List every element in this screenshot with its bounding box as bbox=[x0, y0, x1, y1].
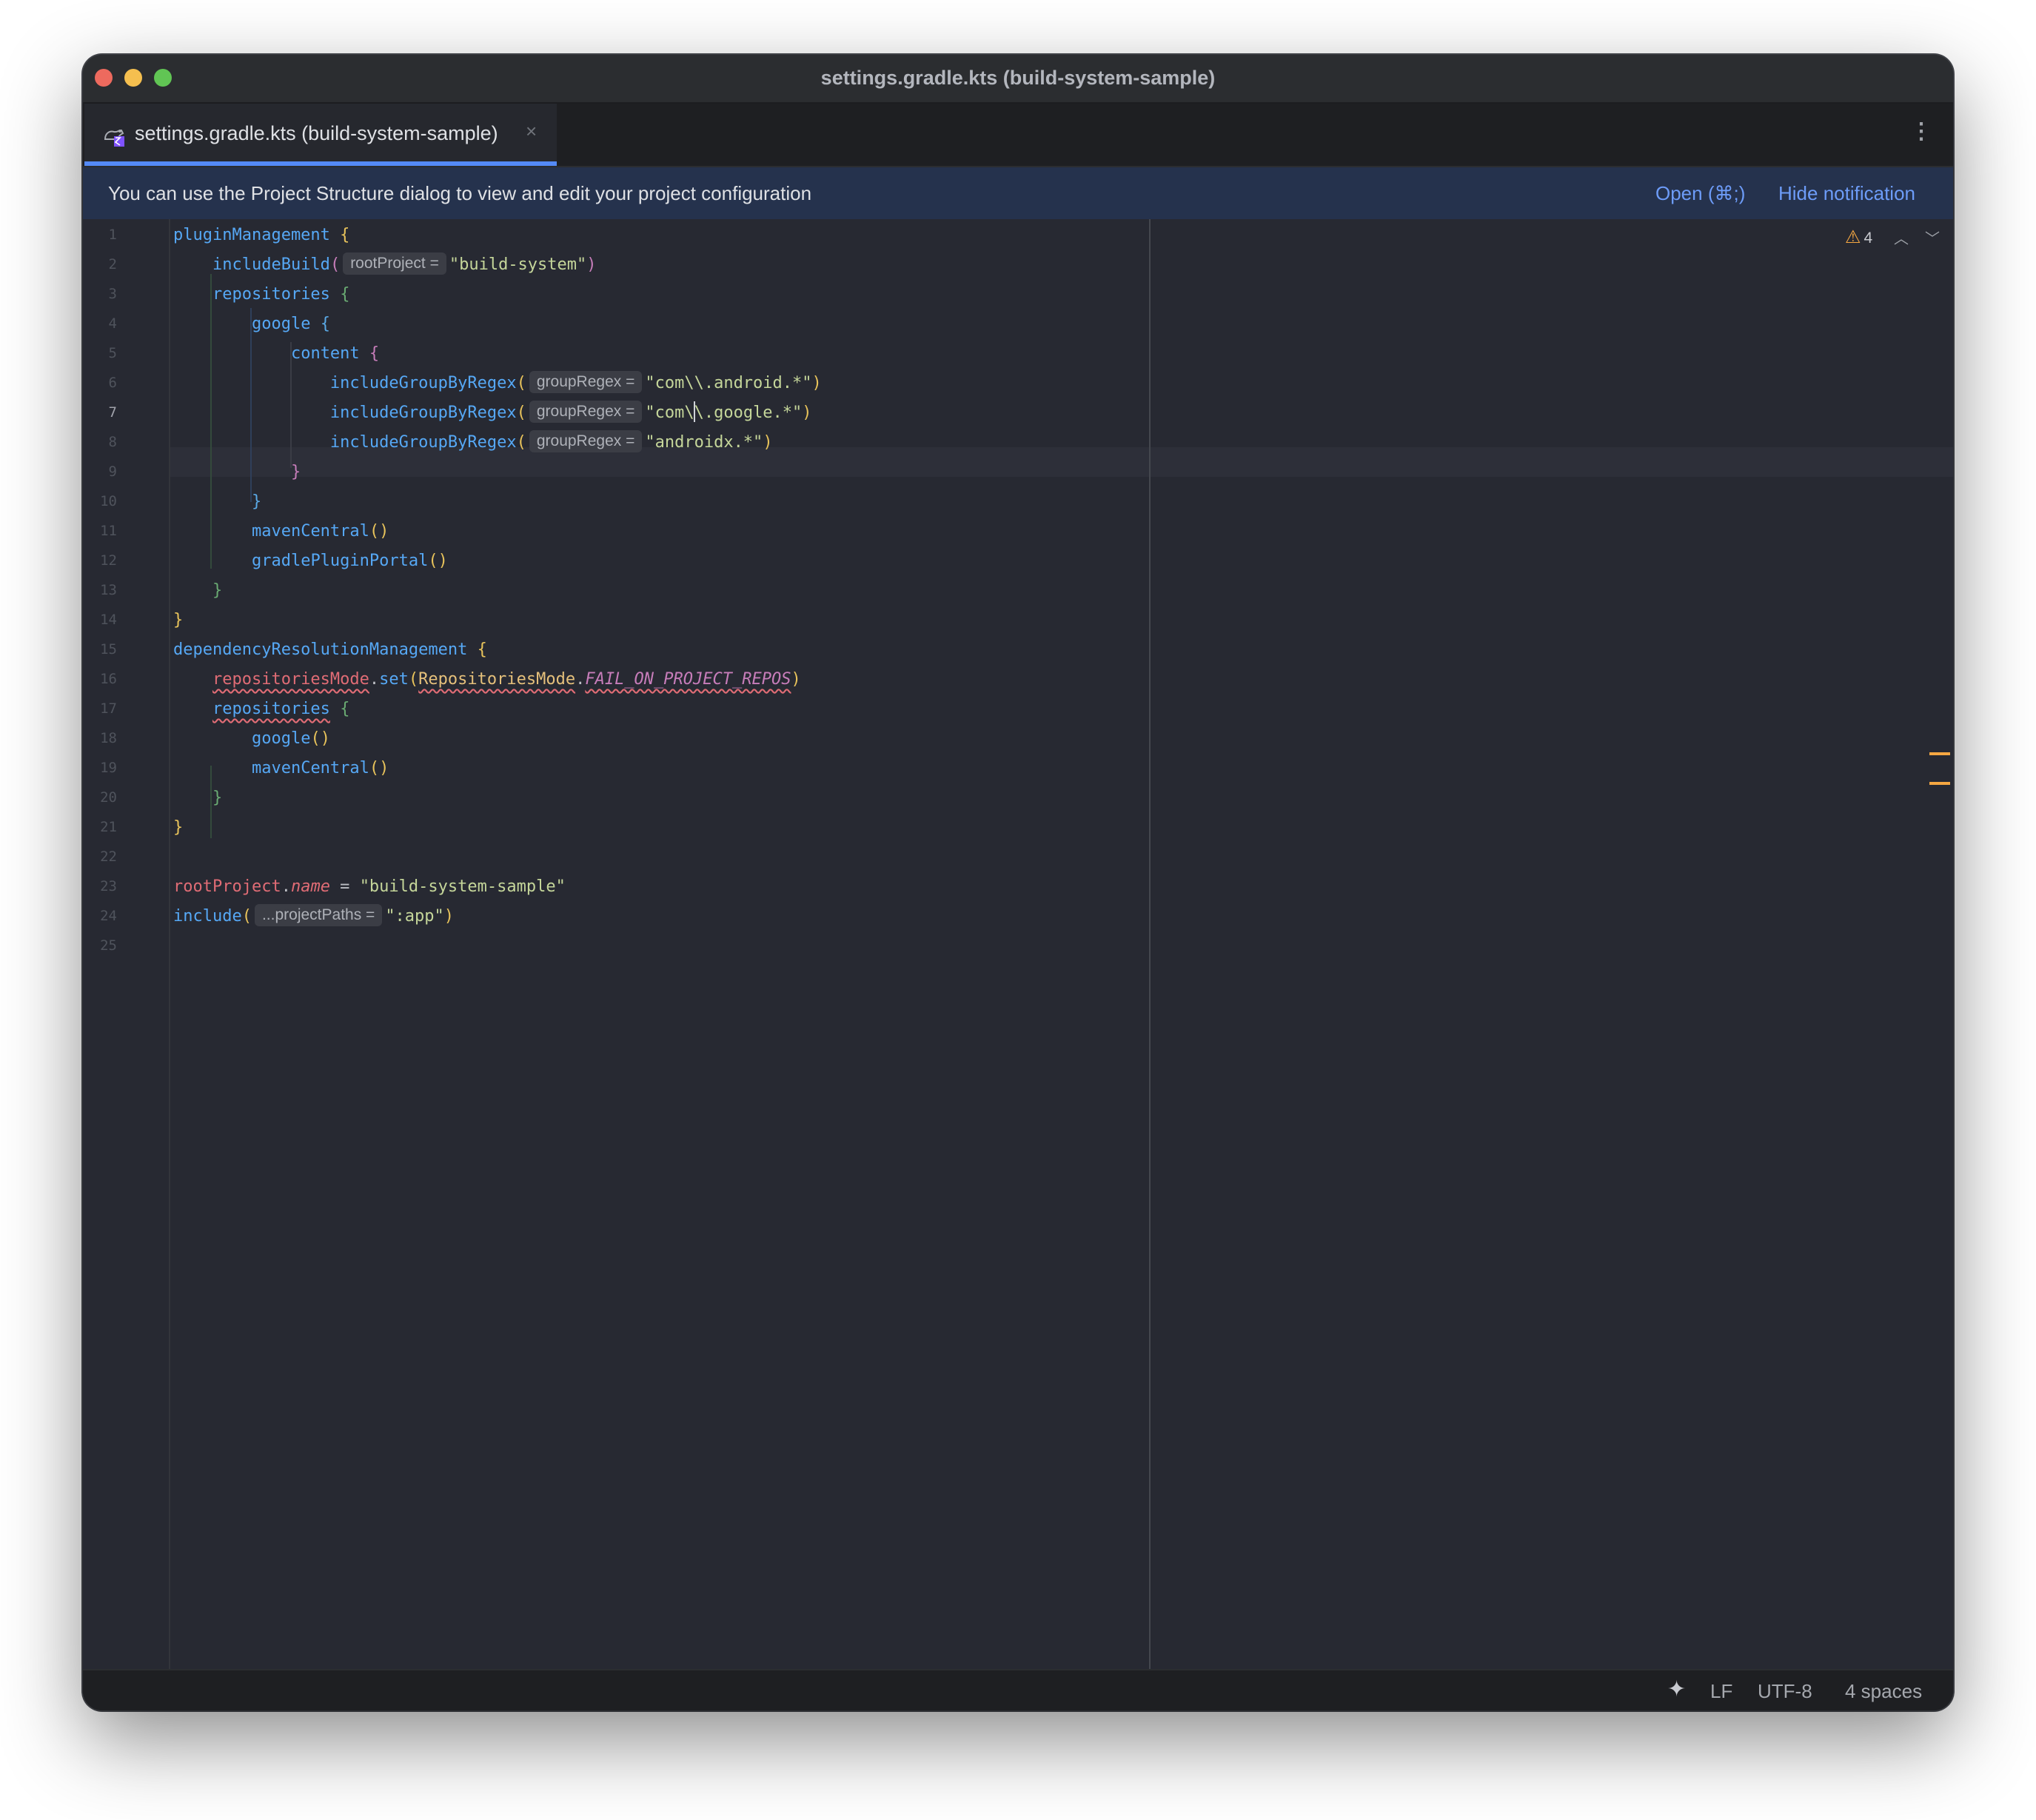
status-bar: ✦ LF UTF-8 4 spaces bbox=[83, 1669, 1953, 1710]
code-line[interactable]: } bbox=[173, 487, 261, 517]
line-number[interactable]: 17 bbox=[83, 700, 117, 717]
line-number[interactable]: 14 bbox=[83, 612, 117, 628]
line-number[interactable]: 22 bbox=[83, 849, 117, 865]
line-number[interactable]: 18 bbox=[83, 730, 117, 746]
ai-assistant-icon[interactable]: ✦ bbox=[1667, 1676, 1686, 1702]
code-line[interactable]: mavenCentral() bbox=[173, 517, 389, 546]
more-options-icon[interactable]: ⋮ bbox=[1910, 118, 1932, 144]
line-number[interactable]: 7 bbox=[83, 404, 117, 421]
line-number[interactable]: 16 bbox=[83, 671, 117, 687]
code-line[interactable]: repositories { bbox=[173, 280, 349, 310]
open-project-structure-link[interactable]: Open (⌘;) bbox=[1655, 182, 1745, 205]
code-line[interactable]: } bbox=[173, 783, 222, 813]
code-line[interactable]: includeGroupByRegex(groupRegex = "android… bbox=[173, 428, 773, 458]
project-structure-notification: You can use the Project Structure dialog… bbox=[83, 167, 1953, 219]
line-number[interactable]: 20 bbox=[83, 789, 117, 806]
next-highlight-icon[interactable]: ﹀ bbox=[1925, 227, 1940, 248]
line-number[interactable]: 23 bbox=[83, 878, 117, 894]
inspection-widget[interactable]: ⚠ 4 bbox=[1845, 227, 1872, 249]
line-number[interactable]: 19 bbox=[83, 760, 117, 776]
line-number[interactable]: 9 bbox=[83, 464, 117, 480]
code-line[interactable]: google { bbox=[173, 310, 330, 339]
ide-window: settings.gradle.kts (build-system-sample… bbox=[83, 55, 1953, 1710]
previous-highlight-icon[interactable]: ︿ bbox=[1894, 227, 1909, 248]
active-tab-indicator bbox=[84, 161, 557, 166]
line-number[interactable]: 4 bbox=[83, 315, 117, 332]
parameter-hint: rootProject = bbox=[343, 252, 446, 275]
code-line[interactable]: repositoriesMode.set(RepositoriesMode.FA… bbox=[173, 665, 801, 695]
line-number[interactable]: 15 bbox=[83, 641, 117, 658]
encoding-widget[interactable]: UTF-8 bbox=[1758, 1680, 1812, 1703]
code-line[interactable]: pluginManagement { bbox=[173, 221, 349, 250]
code-editor[interactable]: 1 2 3 4 5 6 7 8 9 10 11 12 13 14 15 16 17 18 19 20 21 22 23 24 2… bbox=[83, 219, 1953, 1670]
parameter-hint: groupRegex = bbox=[529, 401, 643, 423]
parameter-hint: groupRegex = bbox=[529, 430, 643, 452]
line-number[interactable]: 12 bbox=[83, 552, 117, 569]
code-line[interactable]: } bbox=[173, 606, 183, 635]
editor-tab-bar: settings.gradle.kts (build-system-sample… bbox=[83, 104, 1953, 167]
line-number[interactable]: 1 bbox=[83, 227, 117, 243]
line-separator-widget[interactable]: LF bbox=[1710, 1680, 1732, 1703]
line-number[interactable]: 8 bbox=[83, 434, 117, 450]
code-line[interactable]: includeGroupByRegex(groupRegex = "com\\.g… bbox=[173, 398, 812, 428]
line-number-gutter[interactable]: 1 2 3 4 5 6 7 8 9 10 11 12 13 14 15 16 17 18 19 20 21 22 23 24 2… bbox=[83, 219, 170, 1670]
right-margin-guide bbox=[1149, 219, 1151, 1670]
line-number[interactable]: 13 bbox=[83, 582, 117, 598]
line-number[interactable]: 11 bbox=[83, 523, 117, 539]
code-line[interactable]: include(...projectPaths = ":app") bbox=[173, 902, 454, 931]
parameter-hint: ...projectPaths = bbox=[254, 904, 383, 926]
line-number[interactable]: 3 bbox=[83, 286, 117, 302]
warning-stripe-marker[interactable] bbox=[1929, 782, 1950, 785]
code-line[interactable]: includeBuild(rootProject = "build-system"… bbox=[173, 250, 597, 280]
indent-widget[interactable]: 4 spaces bbox=[1845, 1680, 1922, 1703]
line-number[interactable]: 24 bbox=[83, 908, 117, 924]
line-number[interactable]: 5 bbox=[83, 345, 117, 361]
line-number[interactable]: 25 bbox=[83, 937, 117, 954]
line-number[interactable]: 2 bbox=[83, 256, 117, 272]
warning-count: 4 bbox=[1863, 230, 1873, 247]
line-number[interactable]: 21 bbox=[83, 819, 117, 835]
window-title: settings.gradle.kts (build-system-sample… bbox=[820, 67, 1216, 89]
tab-label: settings.gradle.kts (build-system-sample… bbox=[135, 122, 498, 144]
code-line[interactable]: mavenCentral() bbox=[173, 754, 389, 783]
gradle-kotlin-file-icon bbox=[104, 129, 124, 147]
warning-icon: ⚠ bbox=[1845, 227, 1861, 247]
code-line[interactable]: } bbox=[173, 576, 222, 606]
tab-settings-gradle-kts[interactable]: settings.gradle.kts (build-system-sample… bbox=[84, 104, 557, 166]
code-line[interactable]: } bbox=[173, 813, 183, 843]
code-line[interactable]: includeGroupByRegex(groupRegex = "com\\.a… bbox=[173, 369, 822, 398]
line-number[interactable]: 6 bbox=[83, 375, 117, 391]
code-line[interactable]: dependencyResolutionManagement { bbox=[173, 635, 487, 665]
code-line[interactable]: repositories { bbox=[173, 695, 349, 724]
notification-text: You can use the Project Structure dialog… bbox=[108, 182, 812, 204]
line-number[interactable]: 10 bbox=[83, 493, 117, 509]
code-line[interactable]: gradlePluginPortal() bbox=[173, 546, 448, 576]
parameter-hint: groupRegex = bbox=[529, 371, 643, 393]
warning-stripe-marker[interactable] bbox=[1929, 752, 1950, 755]
close-tab-icon[interactable]: × bbox=[526, 120, 537, 143]
code-line[interactable]: } bbox=[173, 458, 301, 487]
code-line[interactable]: content { bbox=[173, 339, 379, 369]
code-line[interactable]: rootProject.name = "build-system-sample" bbox=[173, 872, 566, 902]
hide-notification-link[interactable]: Hide notification bbox=[1778, 182, 1915, 205]
code-line[interactable]: google() bbox=[173, 724, 330, 754]
title-bar: settings.gradle.kts (build-system-sample… bbox=[83, 55, 1953, 104]
